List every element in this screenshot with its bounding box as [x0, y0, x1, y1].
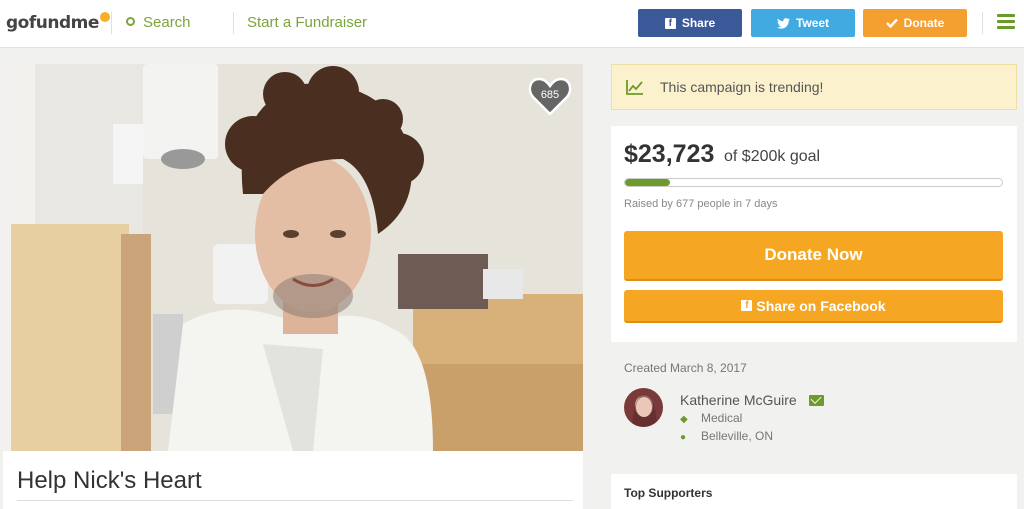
facebook-icon: f: [664, 17, 676, 29]
header-divider: [111, 12, 112, 34]
tweet-label: Tweet: [795, 16, 830, 30]
twitter-icon: [776, 17, 790, 29]
organizer-name[interactable]: Katherine McGuire: [680, 392, 797, 408]
raised-by-text: Raised by 677 people in 7 days: [624, 198, 778, 210]
campaign-photo: [3, 64, 583, 451]
gofundme-logo[interactable]: gofundme: [6, 12, 110, 33]
search-icon: [126, 17, 135, 26]
category-label: Medical: [701, 411, 743, 425]
tag-icon: ◆: [680, 414, 688, 425]
donate-label: Donate: [903, 16, 945, 30]
top-supporters-section: Top Supporters: [611, 474, 1017, 509]
header-divider: [233, 12, 234, 34]
share-button[interactable]: f Share: [638, 9, 742, 37]
campaign-category[interactable]: ◆ Medical: [680, 411, 742, 425]
location-icon: ●: [680, 432, 687, 443]
avatar[interactable]: [624, 388, 663, 427]
raised-amount: $23,723: [624, 140, 715, 168]
search-label: Search: [143, 14, 191, 31]
top-header: gofundme Search Start a Fundraiser f Sha…: [0, 0, 1024, 48]
heart-count: 685: [540, 89, 560, 101]
title-divider: [17, 500, 573, 501]
donation-card: $23,723 of $200k goal Raised by 677 peop…: [611, 126, 1017, 342]
trending-text: This campaign is trending!: [660, 79, 824, 95]
trending-icon: [626, 80, 643, 95]
location-label: Belleville, ON: [701, 429, 774, 443]
created-date: Created March 8, 2017: [624, 361, 747, 375]
campaign-location: ● Belleville, ON: [680, 429, 773, 443]
logo-sun-icon: [99, 12, 110, 22]
check-icon: [885, 18, 898, 28]
progress-fill: [625, 179, 671, 186]
favorite-heart-button[interactable]: 685: [528, 76, 572, 116]
top-supporters-title: Top Supporters: [624, 486, 713, 500]
campaign-photo-illustration: [3, 64, 583, 451]
campaign-title: Help Nick's Heart: [17, 467, 202, 494]
facebook-icon: f: [741, 300, 753, 311]
donate-now-button[interactable]: Donate Now: [624, 231, 1003, 281]
header-donate-button[interactable]: Donate: [863, 9, 967, 37]
header-divider: [982, 12, 983, 34]
progress-bar: [624, 178, 1003, 187]
start-fundraiser-link[interactable]: Start a Fundraiser: [247, 14, 367, 31]
trending-banner: This campaign is trending!: [611, 64, 1017, 110]
share-facebook-label: Share on Facebook: [756, 297, 886, 314]
share-on-facebook-button[interactable]: f Share on Facebook: [624, 290, 1003, 323]
campaign-card: 685 Help Nick's Heart: [3, 64, 583, 509]
tweet-button[interactable]: Tweet: [751, 9, 855, 37]
menu-icon[interactable]: [997, 14, 1015, 30]
mail-icon[interactable]: [809, 395, 824, 406]
share-label: Share: [681, 16, 716, 30]
search-link[interactable]: Search: [126, 14, 191, 31]
goal-text: of $200k goal: [724, 148, 821, 165]
